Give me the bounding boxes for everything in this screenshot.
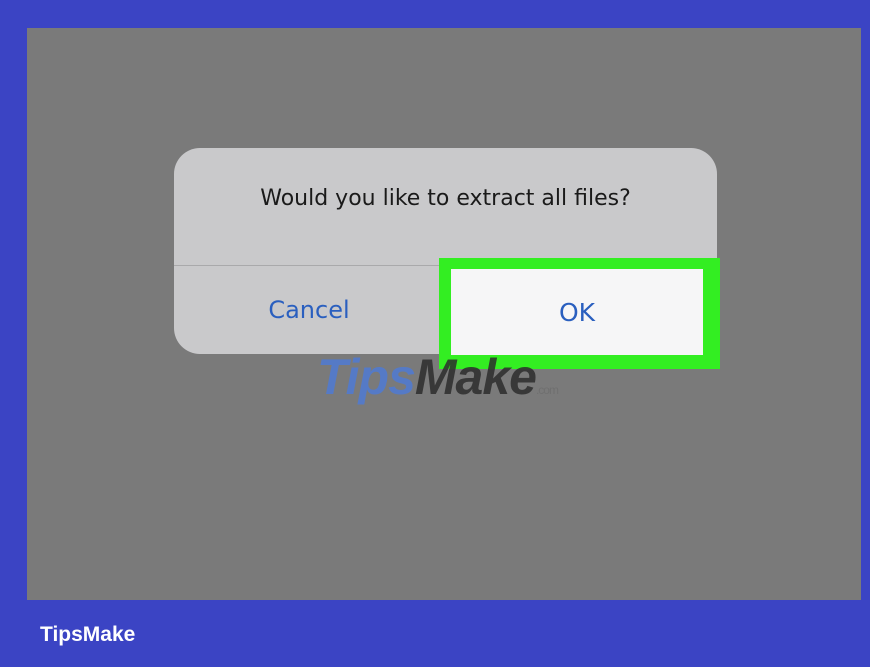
phone-screen: Would you like to extract all files? Can… bbox=[27, 28, 861, 600]
cancel-button[interactable]: Cancel bbox=[174, 266, 444, 354]
alert-message: Would you like to extract all files? bbox=[260, 186, 631, 211]
watermark-suffix: .com bbox=[535, 383, 559, 397]
ok-button[interactable]: OK bbox=[451, 269, 703, 355]
footer-brand: TipsMake bbox=[40, 623, 136, 646]
watermark-part1: Tips bbox=[317, 349, 416, 405]
ok-button-highlight: OK bbox=[439, 258, 720, 369]
